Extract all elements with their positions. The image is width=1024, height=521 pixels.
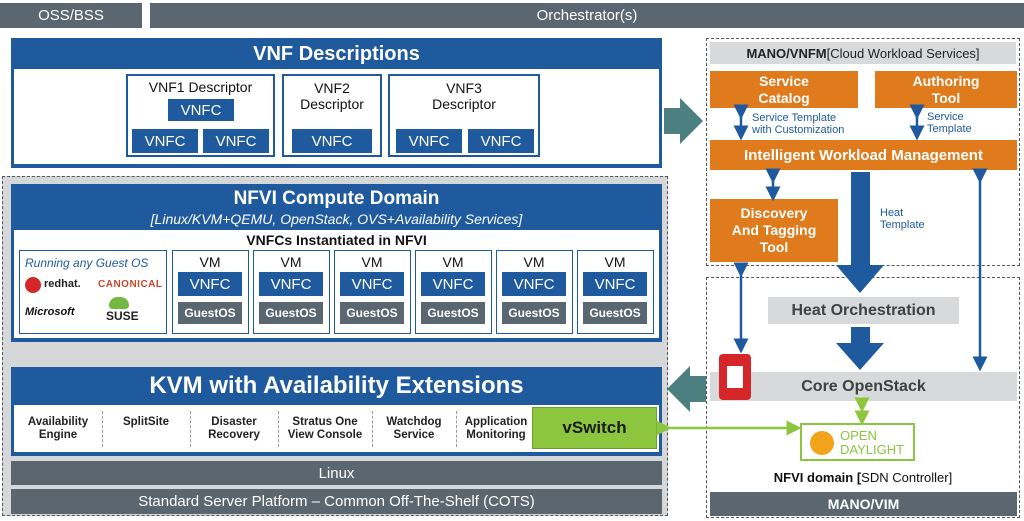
core-to-kvm-arrow: [667, 366, 706, 412]
vnf-to-mano-arrow: [664, 98, 703, 144]
connector-overlay: [656, 98, 988, 436]
heat-core-arrow: [836, 327, 884, 370]
heat-template-arrow: [836, 172, 884, 293]
